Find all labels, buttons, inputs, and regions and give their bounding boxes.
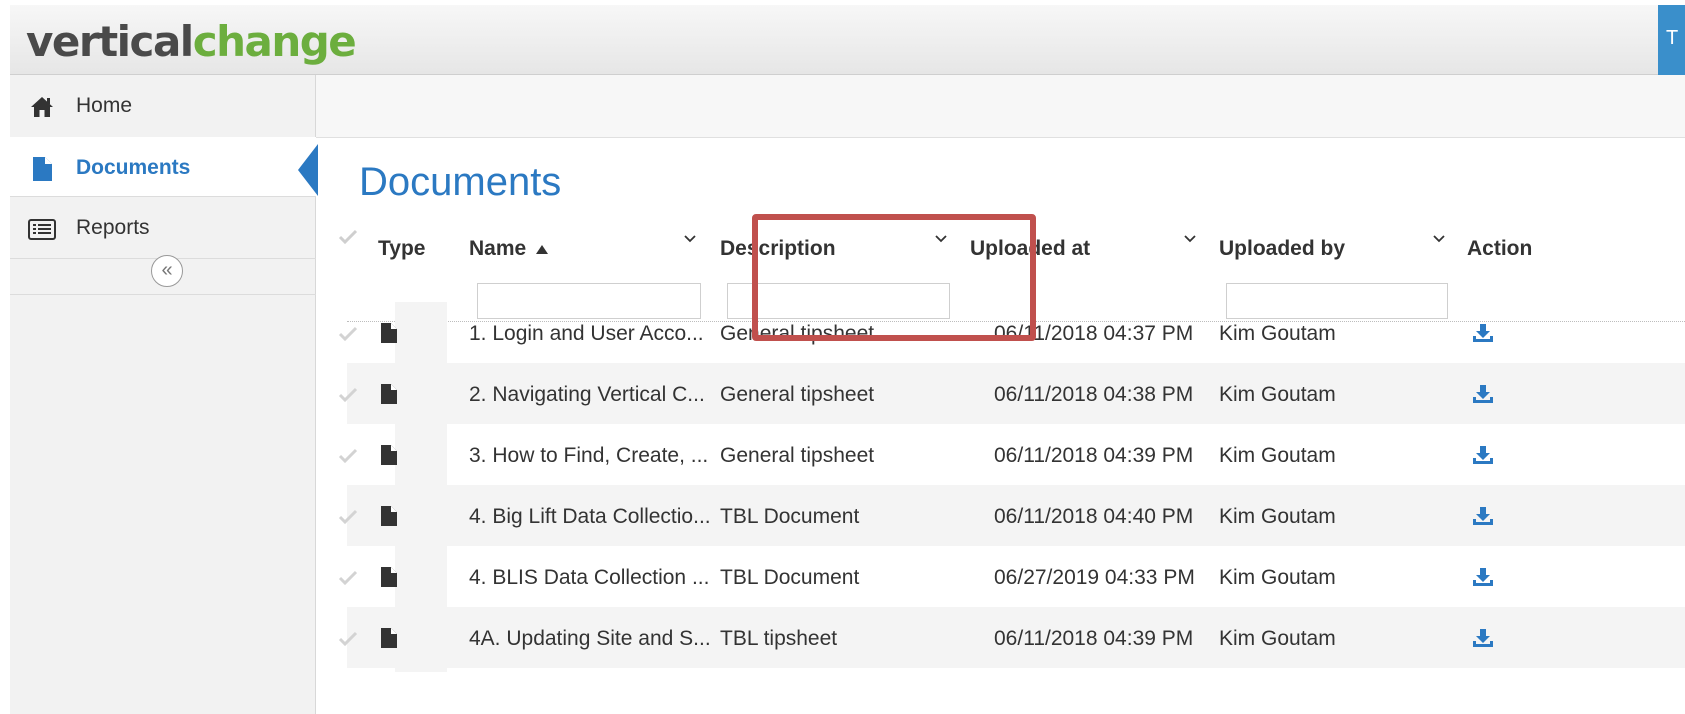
document-name[interactable]: 4A. Updating Site and S...	[469, 627, 711, 651]
document-uploaded-at: 06/11/2018 04:38 PM	[994, 383, 1194, 406]
table-row[interactable]: 2. Navigating Vertical C... General tips…	[338, 363, 1685, 428]
select-all-check-icon[interactable]	[337, 228, 359, 246]
logo-text-change: change	[192, 17, 357, 66]
table-row[interactable]: 4. BLIS Data Collection ... TBL Document…	[338, 546, 1685, 611]
file-icon	[381, 323, 397, 343]
sort-ascending-icon	[536, 244, 549, 254]
row-select-check-icon[interactable]	[337, 569, 359, 587]
column-header-name-label: Name	[469, 237, 527, 260]
sidebar-collapse-row: «	[10, 250, 316, 295]
download-icon[interactable]	[1472, 445, 1494, 465]
description-column-highlight	[752, 214, 1036, 341]
document-description: TBL Document	[720, 505, 860, 528]
document-uploaded-by: Kim Goutam	[1219, 566, 1336, 589]
type-cell-background	[395, 607, 447, 672]
page-title: Documents	[359, 160, 562, 204]
home-icon	[31, 97, 53, 117]
file-icon	[381, 506, 397, 526]
type-cell-background	[395, 485, 447, 550]
document-uploaded-at: 06/27/2019 04:33 PM	[994, 566, 1195, 589]
top-right-button-label: T	[1666, 27, 1679, 49]
type-cell-background	[395, 424, 447, 489]
column-header-uploaded-by[interactable]: Uploaded by	[1219, 237, 1345, 261]
sidebar-item-documents[interactable]: Documents	[10, 137, 318, 197]
app-logo[interactable]: verticalchange	[26, 17, 357, 66]
top-right-button[interactable]: T	[1658, 5, 1685, 75]
document-description: TBL Document	[720, 566, 860, 589]
file-icon	[381, 567, 397, 587]
chevron-down-icon[interactable]	[1183, 231, 1197, 245]
sidebar-item-label: Home	[76, 94, 133, 117]
document-name[interactable]: 3. How to Find, Create, ...	[469, 444, 708, 468]
file-icon	[381, 628, 397, 648]
table-row[interactable]: 4A. Updating Site and S... TBL tipsheet …	[338, 607, 1685, 672]
document-uploaded-by: Kim Goutam	[1219, 505, 1336, 528]
sidebar-item-home[interactable]: Home	[10, 75, 316, 139]
logo-text-vertical: vertical	[26, 17, 194, 66]
collapse-sidebar-button[interactable]: «	[151, 255, 183, 287]
document-name[interactable]: 4. Big Lift Data Collectio...	[469, 505, 711, 529]
active-indicator	[298, 144, 318, 196]
file-icon	[381, 384, 397, 404]
download-icon[interactable]	[1472, 506, 1494, 526]
file-icon	[381, 445, 397, 465]
double-chevron-left-icon: «	[161, 259, 173, 281]
download-icon[interactable]	[1472, 323, 1494, 343]
row-select-check-icon[interactable]	[337, 630, 359, 648]
document-icon	[33, 157, 52, 181]
document-description: TBL tipsheet	[720, 627, 838, 650]
document-description: General tipsheet	[720, 383, 875, 406]
chevron-down-icon[interactable]	[1432, 231, 1446, 245]
row-select-check-icon[interactable]	[337, 447, 359, 465]
document-uploaded-at: 06/11/2018 04:39 PM	[994, 627, 1194, 650]
document-uploaded-by: Kim Goutam	[1219, 322, 1336, 345]
document-name[interactable]: 1. Login and User Acco...	[469, 322, 704, 346]
document-uploaded-by: Kim Goutam	[1219, 383, 1336, 406]
table-row[interactable]: 3. How to Find, Create, ... General tips…	[338, 424, 1685, 489]
table-row[interactable]: 4. Big Lift Data Collectio... TBL Docume…	[338, 485, 1685, 550]
document-uploaded-by: Kim Goutam	[1219, 444, 1336, 467]
chevron-down-icon[interactable]	[683, 231, 697, 245]
type-cell-background	[395, 546, 447, 611]
document-name[interactable]: 2. Navigating Vertical C...	[469, 383, 705, 407]
document-uploaded-at: 06/11/2018 04:39 PM	[994, 444, 1194, 467]
document-description: General tipsheet	[720, 444, 875, 467]
row-select-check-icon[interactable]	[337, 508, 359, 526]
row-select-check-icon[interactable]	[337, 325, 359, 343]
document-uploaded-by: Kim Goutam	[1219, 627, 1336, 650]
sidebar-item-label: Documents	[76, 156, 191, 179]
app-header: verticalchange T	[10, 5, 1685, 75]
sidebar: Home Documents Reports «	[10, 75, 318, 714]
document-name[interactable]: 4. BLIS Data Collection ...	[469, 566, 709, 590]
download-icon[interactable]	[1472, 628, 1494, 648]
reports-icon	[28, 219, 56, 240]
column-header-type[interactable]: Type	[378, 237, 425, 261]
document-uploaded-at: 06/11/2018 04:40 PM	[994, 505, 1194, 528]
type-cell-background	[395, 302, 447, 367]
content-toolbar	[316, 75, 1685, 138]
row-select-check-icon[interactable]	[337, 386, 359, 404]
column-header-action: Action	[1467, 237, 1533, 260]
download-icon[interactable]	[1472, 384, 1494, 404]
download-icon[interactable]	[1472, 567, 1494, 587]
column-header-name[interactable]: Name	[469, 237, 549, 261]
sidebar-item-label: Reports	[76, 216, 150, 239]
type-cell-background	[395, 363, 447, 428]
